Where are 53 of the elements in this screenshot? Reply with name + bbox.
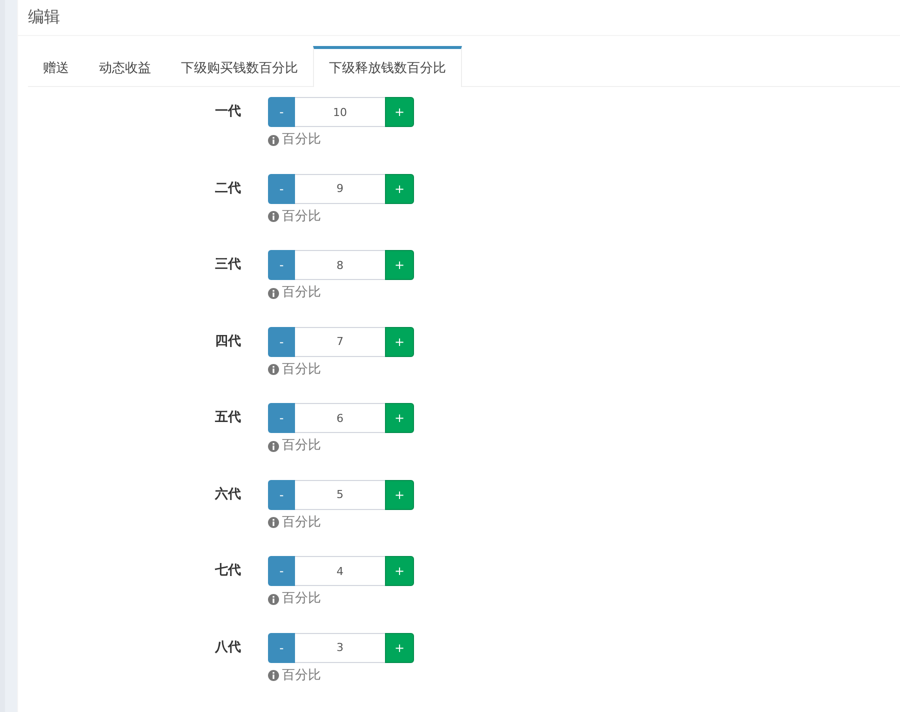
field-label: 四代 [215, 332, 241, 350]
tab[interactable]: 下级购买钱数百分比 [166, 46, 313, 86]
help-text: 百分比 [282, 666, 321, 684]
tab[interactable]: 动态收益 [84, 46, 166, 86]
decrement-button[interactable]: - [268, 403, 295, 433]
field-label: 二代 [215, 180, 241, 198]
field-label: 五代 [215, 409, 241, 427]
field-label: 六代 [215, 486, 241, 504]
info-icon [268, 440, 279, 452]
help-text: 百分比 [282, 360, 321, 378]
increment-button[interactable]: + [385, 174, 414, 204]
increment-button[interactable]: + [385, 326, 414, 356]
help-text: 百分比 [282, 590, 321, 608]
increment-button[interactable]: + [385, 97, 414, 127]
number-field[interactable]: 4 [295, 556, 385, 586]
info-icon [268, 670, 279, 681]
decrement-button[interactable]: - [268, 174, 295, 204]
decrement-button[interactable]: - [268, 97, 295, 127]
increment-button[interactable]: + [385, 632, 414, 662]
tab[interactable]: 下级释放钱数百分比 [313, 46, 462, 87]
number-field[interactable]: 9 [295, 174, 385, 204]
help-text: 百分比 [282, 514, 321, 532]
help-text: 百分比 [282, 437, 321, 455]
increment-button[interactable]: + [385, 556, 414, 586]
number-field[interactable]: 8 [295, 250, 385, 280]
decrement-button[interactable]: - [268, 632, 295, 662]
number-field[interactable]: 10 [295, 97, 385, 127]
decrement-button[interactable]: - [268, 250, 295, 280]
field-label: 八代 [215, 638, 241, 656]
info-icon [268, 364, 279, 375]
decrement-button[interactable]: - [268, 556, 295, 586]
number-field[interactable]: 3 [295, 632, 385, 662]
number-field[interactable]: 5 [295, 480, 385, 510]
decrement-button[interactable]: - [268, 326, 295, 356]
increment-button[interactable]: + [385, 480, 414, 510]
decrement-button[interactable]: - [268, 480, 295, 510]
increment-button[interactable]: + [385, 250, 414, 280]
number-field[interactable]: 7 [295, 326, 385, 356]
field-label: 三代 [215, 256, 241, 274]
help-text: 百分比 [282, 284, 321, 302]
info-icon [268, 594, 279, 604]
info-icon [268, 288, 279, 298]
number-field[interactable]: 6 [295, 403, 385, 433]
increment-button[interactable]: + [385, 403, 414, 433]
panel-title: 编辑 [28, 7, 60, 28]
info-icon [268, 517, 279, 528]
info-icon [268, 211, 279, 222]
help-text: 百分比 [282, 131, 321, 149]
tab[interactable]: 赠送 [28, 46, 84, 86]
help-text: 百分比 [282, 208, 321, 226]
info-icon [268, 134, 279, 146]
field-label: 七代 [215, 562, 241, 580]
field-label: 一代 [215, 103, 241, 121]
